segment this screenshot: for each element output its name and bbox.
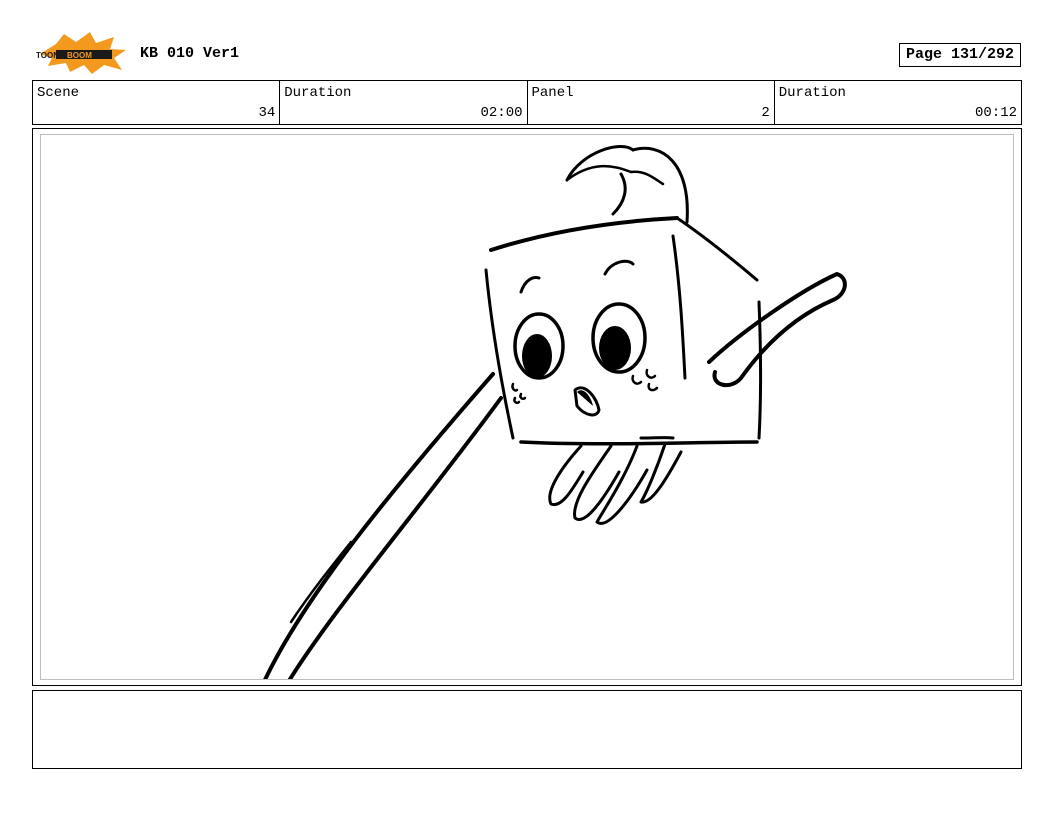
storyboard-panel [32, 128, 1022, 686]
project-title: KB 010 Ver1 [140, 45, 240, 62]
scene-duration-label: Duration [284, 85, 352, 101]
svg-text:BOOM: BOOM [67, 51, 92, 60]
character-sketch [263, 145, 847, 679]
panel-label: Panel [531, 85, 574, 101]
scene-value: 34 [258, 105, 276, 121]
page-indicator: Page 131/292 [899, 43, 1021, 67]
panel-notes[interactable] [32, 690, 1022, 769]
scene-label: Scene [37, 85, 80, 101]
panel-duration-label: Duration [778, 85, 846, 101]
panel-duration-value: 00:12 [974, 105, 1017, 121]
svg-text:TOON: TOON [36, 51, 59, 60]
scene-duration-cell: Duration 02:00 [280, 81, 528, 124]
scene-cell: Scene 34 [33, 81, 281, 124]
panel-info-bar: Scene 34 Duration 02:00 Panel 2 Duration… [32, 80, 1022, 125]
toon-boom-logo: TOON BOOM [34, 32, 128, 74]
scene-duration-value: 02:00 [480, 105, 523, 121]
panel-duration-cell: Duration 00:12 [775, 81, 1021, 124]
panel-drawing-area [40, 134, 1014, 680]
panel-cell: Panel 2 [528, 81, 775, 124]
panel-value: 2 [761, 105, 770, 121]
